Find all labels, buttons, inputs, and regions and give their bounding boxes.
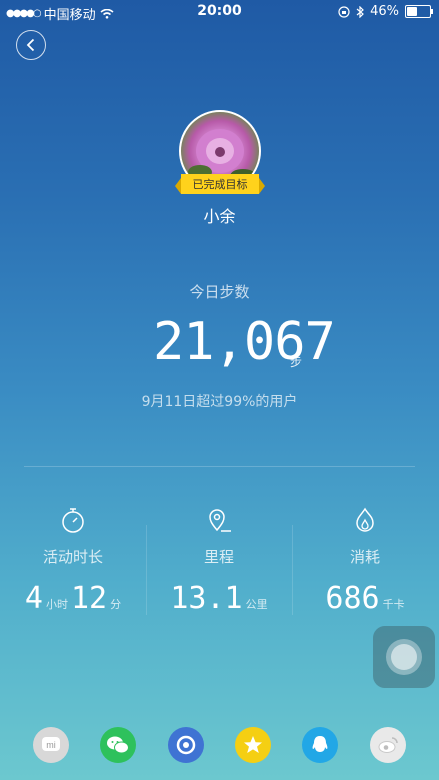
qzone-icon xyxy=(244,736,262,753)
share-bar: mi xyxy=(0,727,439,763)
stat-calories-label: 消耗 xyxy=(349,548,380,566)
status-right: 46% xyxy=(338,4,433,19)
wechat-icon xyxy=(107,736,129,754)
battery-percent: 46% xyxy=(370,4,399,19)
steps-count: 21,067 xyxy=(153,312,336,372)
divider xyxy=(24,466,415,467)
weibo-icon xyxy=(378,737,398,753)
chevron-left-icon xyxy=(26,38,35,52)
moments-icon xyxy=(176,735,196,755)
location-pin-icon xyxy=(209,509,231,532)
qq-icon xyxy=(312,736,328,752)
bluetooth-icon xyxy=(356,5,364,18)
share-mi-button[interactable]: mi xyxy=(33,727,69,763)
share-moments-button[interactable] xyxy=(168,727,204,763)
rotation-lock-icon xyxy=(338,5,350,18)
active-hours: 4 xyxy=(24,581,43,616)
svg-text:mi: mi xyxy=(46,740,56,750)
assistive-touch-button[interactable] xyxy=(373,626,435,688)
steps-title: 今日步数 xyxy=(189,283,250,301)
distance-number: 13.1 xyxy=(170,581,243,616)
stat-active-time: 活动时长 4 小时 12 分 xyxy=(0,506,146,616)
stat-distance-label: 里程 xyxy=(203,548,234,566)
active-hours-unit: 小时 xyxy=(45,598,68,611)
calories-number: 686 xyxy=(325,581,380,616)
calories-unit: 千卡 xyxy=(382,598,405,611)
stat-calories-value: 686 千卡 xyxy=(292,581,438,616)
share-qzone-button[interactable] xyxy=(235,727,271,763)
share-weibo-button[interactable] xyxy=(370,727,406,763)
steps-ranking: 9月11日超过99%的用户 xyxy=(141,394,298,410)
steps-unit: 步 xyxy=(290,355,303,369)
username: 小余 xyxy=(203,207,236,226)
stopwatch-icon xyxy=(62,508,84,533)
stat-active-label: 活动时长 xyxy=(42,548,103,566)
mi-icon: mi xyxy=(42,737,60,751)
status-bar: ●●●●○ 中国移动 20:00 46% xyxy=(0,0,439,23)
share-wechat-button[interactable] xyxy=(100,727,136,763)
share-qq-button[interactable] xyxy=(302,727,338,763)
stat-distance: 里程 13.1 公里 xyxy=(146,506,292,616)
back-button[interactable] xyxy=(16,30,46,60)
stat-active-value: 4 小时 12 分 xyxy=(0,581,146,616)
distance-unit: 公里 xyxy=(245,598,268,611)
active-minutes: 12 xyxy=(70,581,108,616)
stat-distance-value: 13.1 公里 xyxy=(146,581,292,616)
goal-badge: 已完成目标 xyxy=(175,174,265,194)
stat-calories: 消耗 686 千卡 xyxy=(292,506,438,616)
flame-icon xyxy=(356,507,374,532)
active-minutes-unit: 分 xyxy=(110,598,122,611)
battery-icon xyxy=(405,5,433,18)
